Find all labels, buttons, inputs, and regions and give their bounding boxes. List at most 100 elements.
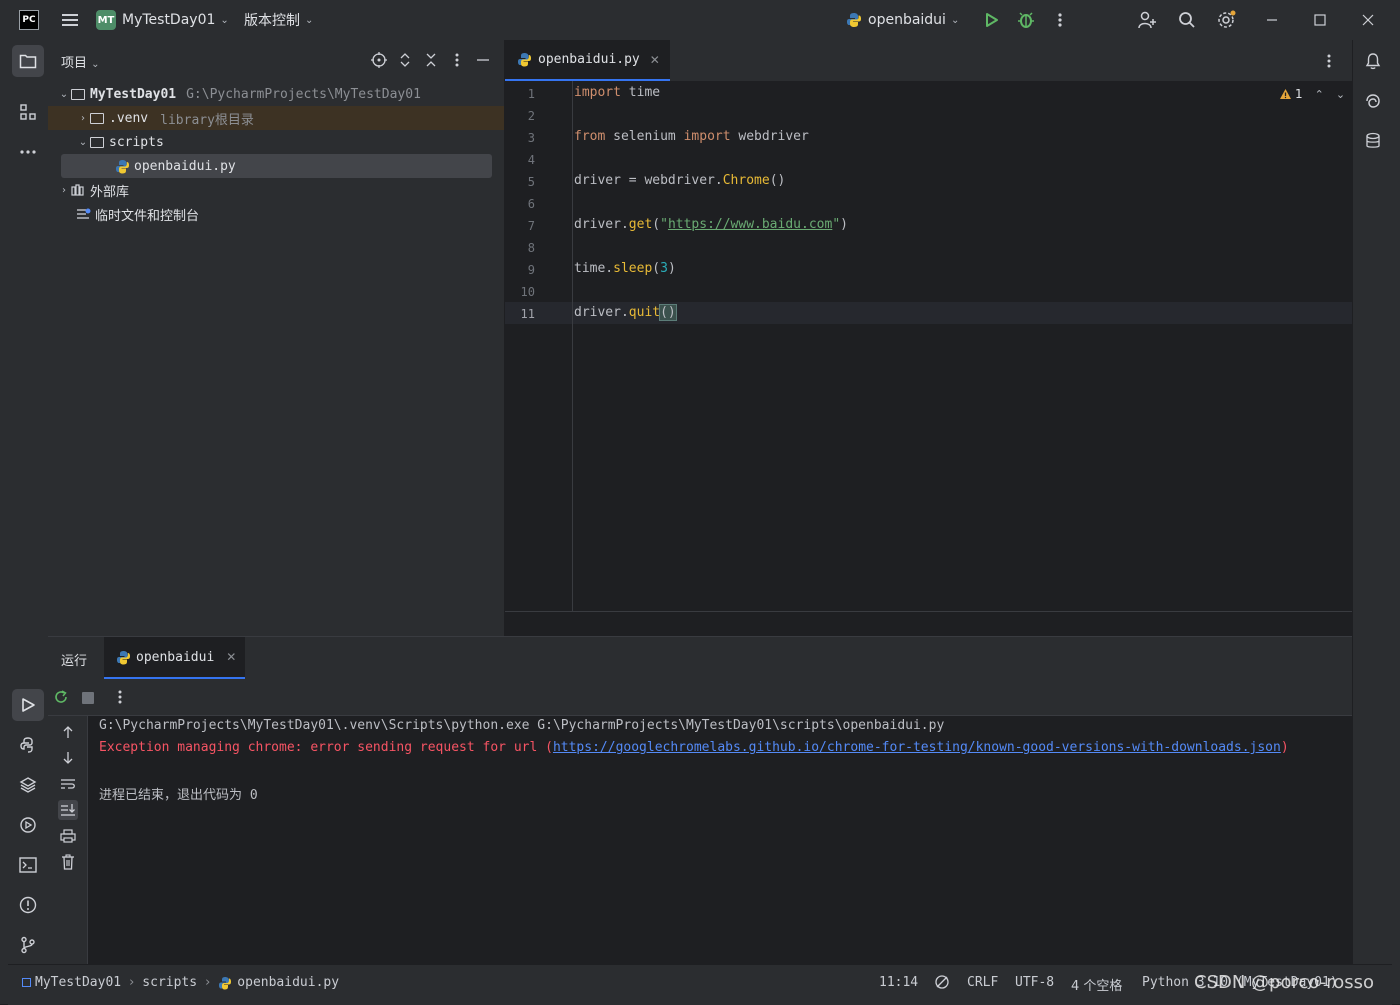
run-config-label: openbaidui [868,12,946,28]
run-icon[interactable] [978,6,1006,34]
terminal-tool-button[interactable] [12,849,44,881]
chevron-up-icon[interactable]: ⌃ [1315,88,1324,101]
add-user-icon[interactable] [1133,6,1161,34]
problems-icon [19,896,37,914]
rerun-icon[interactable] [53,689,69,709]
chevron-right-icon: › [129,975,135,990]
wrap-icon[interactable] [58,774,78,794]
folder-icon [19,54,37,69]
breadcrumb-project[interactable]: MyTestDay01 [35,975,121,990]
caret-position[interactable]: 11:14 [879,975,918,990]
code-line[interactable]: time.sleep(3) [574,261,676,276]
ai-assistant-tool-button[interactable] [1357,85,1389,117]
tree-item-venv[interactable]: › .venv library根目录 [48,106,504,130]
error-url-link[interactable]: https://googlechromelabs.github.io/chrom… [553,740,1281,755]
line-number: 6 [527,197,535,211]
file-encoding[interactable]: UTF-8 [1015,975,1054,990]
trash-icon[interactable] [58,852,78,872]
more-icon[interactable] [118,689,122,709]
run-toolbar [48,679,1352,716]
print-icon[interactable] [58,826,78,846]
search-icon[interactable] [1173,6,1201,34]
maximize-icon[interactable] [1306,6,1334,34]
code-line[interactable]: driver = webdriver.Chrome() [574,173,785,188]
git-tool-button[interactable] [12,929,44,961]
indent-setting[interactable]: 4 个空格 [1071,975,1122,994]
tree-item-scratches[interactable]: 临时文件和控制台 [48,202,504,226]
tree-item-label: .venv [109,110,149,126]
close-icon[interactable] [1354,6,1382,34]
code-line[interactable]: driver.get("https://www.baidu.com") [574,217,848,232]
scratch-icon [77,208,91,219]
run-config-selector[interactable]: openbaidui ⌄ [846,0,959,40]
line-number: 2 [527,109,535,123]
project-switcher[interactable]: MT MyTestDay01 ⌄ [96,0,229,40]
console-line-exit: 进程已结束，退出代码为 0 [99,788,258,803]
services-tool-button[interactable] [12,809,44,841]
left-tool-strip [8,40,49,964]
down-icon[interactable] [58,748,78,768]
vcs-menu-label: 版本控制 [244,13,300,29]
chevron-down-icon[interactable]: ⌄ [1336,88,1345,101]
more-icon[interactable] [449,52,465,68]
collapse-all-icon[interactable] [423,52,439,68]
python-console-tool-button[interactable] [12,729,44,761]
stop-icon[interactable] [81,690,95,709]
structure-tool-button[interactable] [12,96,44,128]
run-tab-openbaidui[interactable]: openbaidui ✕ [104,637,245,679]
more-tools-button[interactable] [12,136,44,168]
editor: openbaidui.py ✕ 1 2 3 4 5 6 7 8 9 10 11 … [505,40,1352,637]
close-icon[interactable]: ✕ [650,53,660,67]
console-line-command: G:\PycharmProjects\MyTestDay01\.venv\Scr… [99,718,945,733]
expand-collapse-icon[interactable] [397,52,413,68]
console-line-error: Exception managing chrome: error sending… [99,740,1289,755]
breadcrumb-folder[interactable]: scripts [142,975,197,990]
line-ending[interactable]: CRLF [967,975,998,990]
code-line[interactable]: from selenium import webdriver [574,129,809,144]
more-icon[interactable] [1327,53,1331,73]
python-file-icon [847,13,861,27]
settings-icon[interactable] [1213,6,1241,34]
breadcrumb-file[interactable]: openbaidui.py [237,975,339,990]
folder-icon [90,112,104,124]
locate-icon[interactable] [371,52,387,68]
menu-icon[interactable] [56,6,84,34]
run-tab-label: openbaidui [136,649,215,665]
project-tool-button[interactable] [12,45,44,77]
tree-item-scripts[interactable]: ⌄ scripts [48,130,504,154]
desktop-edge [0,0,8,1004]
code-line[interactable]: import time [574,85,660,100]
run-tool-button[interactable] [12,689,44,721]
tree-item-label: MyTestDay01 [90,86,177,102]
chevron-right-icon: › [205,975,211,990]
python-file-icon [219,976,232,989]
database-tool-button[interactable] [1357,125,1389,157]
tree-item-external-libraries[interactable]: › 外部库 [48,178,504,202]
tree-item-project-root[interactable]: ⌄ MyTestDay01 G:\PycharmProjects\MyTestD… [48,82,504,106]
notifications-tool-button[interactable] [1357,45,1389,77]
python-packages-tool-button[interactable] [12,769,44,801]
code-line[interactable]: driver.quit() [574,304,677,321]
no-inspection-icon[interactable] [934,974,950,994]
project-panel-header: 项目 ⌄ [48,40,504,80]
title-bar: PC MT MyTestDay01 ⌄ 版本控制 ⌄ openbaidui ⌄ [8,0,1400,41]
problems-tool-button[interactable] [12,889,44,921]
project-panel-title[interactable]: 项目 ⌄ [61,52,100,71]
close-icon[interactable]: ✕ [226,650,236,664]
inspection-widget[interactable]: 1 ⌃ ⌄ [1279,87,1345,101]
hide-icon[interactable] [475,52,491,68]
folder-icon [90,136,104,148]
tree-item-openbaidui[interactable]: openbaidui.py [61,154,492,178]
editor-bottom-bar [505,611,1352,637]
more-icon[interactable] [1046,6,1074,34]
line-number: 8 [527,241,535,255]
up-icon[interactable] [58,722,78,742]
breadcrumb: MyTestDay01 › scripts › openbaidui.py [22,975,339,990]
scroll-end-icon[interactable] [58,800,78,820]
debug-icon[interactable] [1012,6,1040,34]
minimize-icon[interactable] [1258,6,1286,34]
tab-openbaidui[interactable]: openbaidui.py ✕ [505,40,670,81]
warning-icon [1280,89,1291,99]
tree-item-hint: library根目录 [160,112,254,128]
vcs-menu[interactable]: 版本控制 ⌄ [244,0,313,40]
